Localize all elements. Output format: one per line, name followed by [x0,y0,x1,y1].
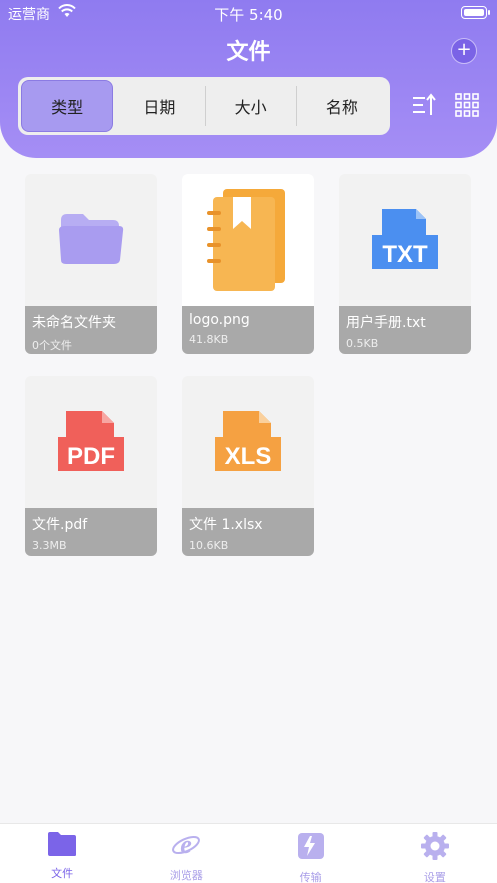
svg-text:e: e [181,831,193,859]
folder-icon [47,831,77,861]
tab-label: 传输 [299,871,322,883]
pdf-badge: PDF [67,443,115,470]
file-name: 未命名文件夹 [32,315,116,331]
page-title: 文件 [226,40,271,65]
file-thumbnail: TXT [339,174,471,306]
tab-label: 文件 [51,867,74,880]
file-thumbnail [25,174,157,306]
file-caption: logo.png 41.8KB [182,306,314,354]
tab-size[interactable]: 大小 [206,80,296,132]
tab-date[interactable]: 日期 [114,80,204,132]
status-time: 下午 5:40 [214,6,283,24]
pdf-icon: PDF [56,407,126,477]
browser-icon: e [171,830,201,863]
tab-files[interactable]: 文件 [0,824,124,883]
add-button[interactable]: + [451,38,477,64]
xls-icon: XLS [213,407,283,477]
gear-icon [420,831,450,865]
tab-label: 浏览器 [169,869,203,882]
file-card-logo-png[interactable]: logo.png 41.8KB [182,174,314,354]
xls-badge: XLS [225,443,272,470]
file-size: 0个文件 [32,339,72,352]
transfer-icon [296,831,326,865]
file-name: logo.png [189,312,250,328]
status-bar: 运营商 下午 5:40 [0,0,497,26]
file-caption: 文件.pdf 3.3MB [25,508,157,556]
file-size: 10.6KB [189,539,229,552]
tab-name[interactable]: 名称 [297,80,387,132]
file-caption: 用户手册.txt 0.5KB [339,306,471,354]
txt-icon: TXT [370,205,440,275]
notebook-image [203,183,293,297]
file-size: 0.5KB [346,337,379,350]
battery-icon [461,6,490,19]
file-thumbnail: PDF [25,376,157,508]
file-caption: 未命名文件夹 0个文件 [25,306,157,354]
file-size: 3.3MB [32,539,67,552]
file-card-txt[interactable]: TXT 用户手册.txt 0.5KB [339,174,471,354]
file-name: 文件 1.xlsx [189,517,263,533]
tab-browser[interactable]: e 浏览器 [124,824,248,883]
file-thumbnail: XLS [182,376,314,508]
header: 运营商 下午 5:40 文件 + 类型 日期 大小 名称 [0,0,497,158]
file-caption: 文件 1.xlsx 10.6KB [182,508,314,556]
file-thumbnail [182,174,314,306]
file-size: 41.8KB [189,333,229,346]
bottom-tab-bar: 文件 e 浏览器 传输 设置 [0,823,497,883]
file-card-pdf[interactable]: PDF 文件.pdf 3.3MB [25,376,157,556]
tab-settings[interactable]: 设置 [373,824,497,883]
file-name: 文件.pdf [32,517,88,533]
tab-transfer[interactable]: 传输 [249,824,373,883]
file-card-xlsx[interactable]: XLS 文件 1.xlsx 10.6KB [182,376,314,556]
file-card-folder[interactable]: 未命名文件夹 0个文件 [25,174,157,354]
folder-icon [57,210,125,270]
sort-order-icon[interactable] [412,93,438,119]
tab-type[interactable]: 类型 [21,80,114,132]
sort-segmented-control: 类型 日期 大小 名称 [18,77,390,135]
grid-view-icon[interactable] [455,93,479,117]
tab-label: 设置 [423,871,446,883]
txt-badge: TXT [382,241,428,268]
file-name: 用户手册.txt [346,315,426,331]
